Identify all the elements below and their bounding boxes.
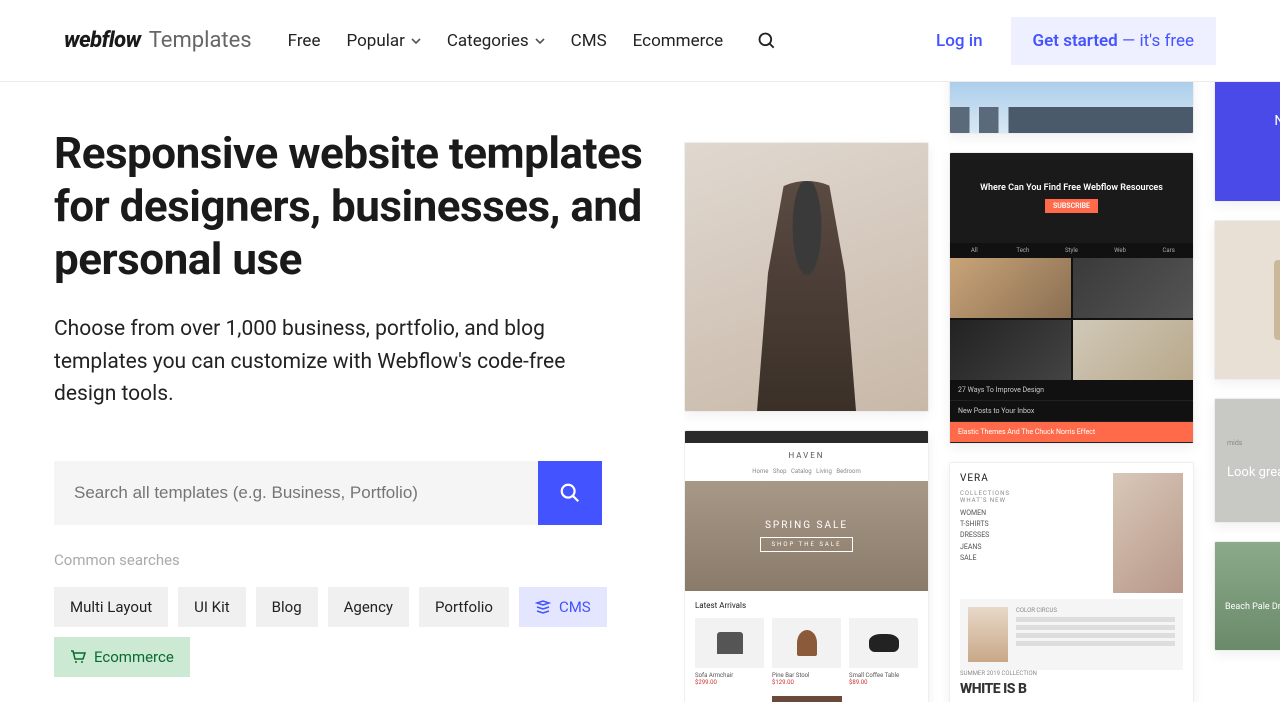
gallery-col-1: HAVEN Home Shop Catalog Living Bedroom S…	[684, 142, 929, 702]
nav-categories[interactable]: Categories	[447, 31, 545, 51]
list-item: New Posts to Your Inbox	[950, 401, 1193, 422]
search-row	[54, 461, 602, 525]
page-title: Responsive website templates for designe…	[54, 127, 654, 285]
tag-agency[interactable]: Agency	[328, 587, 409, 627]
header: webflow Templates Free Popular Categorie…	[0, 0, 1280, 82]
template-card[interactable]: Where Can You Find Free Webflow Resource…	[949, 152, 1194, 444]
search-icon[interactable]	[757, 31, 777, 51]
template-hero-text: Nebo is S	[1227, 113, 1280, 129]
tag-portfolio[interactable]: Portfolio	[419, 587, 509, 627]
template-card[interactable]: Nebo is S	[1214, 82, 1280, 202]
template-hero-text: Where Can You Find Free Webflow Resource…	[960, 183, 1183, 193]
template-hero-cta: SHOP THE SALE	[760, 537, 852, 552]
chevron-down-icon	[535, 36, 545, 46]
common-searches-label: Common searches	[54, 551, 654, 569]
template-gallery: HAVEN Home Shop Catalog Living Bedroom S…	[684, 82, 1280, 702]
search-icon	[559, 482, 581, 504]
cta-main: Get started	[1033, 31, 1118, 51]
tag-ui-kit[interactable]: UI Kit	[178, 587, 246, 627]
tag-multi-layout[interactable]: Multi Layout	[54, 587, 168, 627]
template-card[interactable]	[949, 82, 1194, 134]
template-card[interactable]	[1214, 220, 1280, 380]
nav-ecommerce[interactable]: Ecommerce	[633, 31, 723, 51]
nav-free[interactable]: Free	[288, 31, 321, 51]
template-title: HAVEN	[685, 443, 928, 468]
tag-blog[interactable]: Blog	[256, 587, 318, 627]
tag-cms[interactable]: CMS	[519, 587, 607, 627]
brand[interactable]: webflow Templates	[64, 28, 252, 53]
tag-ecommerce-label: Ecommerce	[94, 648, 174, 666]
template-card[interactable]: mids Look great with our d	[1214, 398, 1280, 523]
list-item: 27 Ways To Improve Design	[950, 380, 1193, 401]
main-nav: Free Popular Categories CMS Ecommerce	[288, 31, 777, 51]
stack-icon	[535, 600, 551, 614]
tag-list: Multi Layout UI Kit Blog Agency Portfoli…	[54, 587, 614, 677]
header-right: Log in Get started — it's free	[936, 17, 1216, 65]
search-button[interactable]	[538, 461, 602, 525]
nav-cms[interactable]: CMS	[571, 31, 607, 51]
main: Responsive website templates for designe…	[0, 82, 1280, 702]
brand-subtitle: Templates	[149, 28, 252, 53]
get-started-button[interactable]: Get started — it's free	[1011, 17, 1216, 65]
template-card[interactable]: Beach Pale Dress	[1214, 541, 1280, 651]
login-link[interactable]: Log in	[936, 31, 982, 51]
cart-icon	[70, 650, 86, 664]
tag-cms-label: CMS	[559, 598, 591, 616]
template-card[interactable]: VERA COLLECTIONS WHAT'S NEW WOMEN T-SHIR…	[949, 462, 1194, 702]
search-input[interactable]	[54, 461, 538, 525]
gallery-col-3: Nebo is S mids Look great with our d Bea…	[1214, 82, 1280, 651]
template-hero-text: SPRING SALE	[765, 520, 848, 531]
template-section-title: Latest Arrivals	[695, 601, 918, 610]
template-card[interactable]: HAVEN Home Shop Catalog Living Bedroom S…	[684, 430, 929, 702]
template-card[interactable]	[684, 142, 929, 412]
nav-categories-label: Categories	[447, 31, 529, 51]
chevron-down-icon	[411, 36, 421, 46]
hero-section: Responsive website templates for designe…	[54, 82, 654, 702]
logo: webflow	[64, 28, 141, 53]
page-lead: Choose from over 1,000 business, portfol…	[54, 313, 614, 411]
tag-ecommerce[interactable]: Ecommerce	[54, 637, 190, 677]
gallery-col-2: Where Can You Find Free Webflow Resource…	[949, 82, 1194, 702]
nav-popular-label: Popular	[346, 31, 404, 51]
list-item: Elastic Themes And The Chuck Norris Effe…	[950, 422, 1193, 443]
nav-popular[interactable]: Popular	[346, 31, 420, 51]
cta-sub: — it's free	[1118, 31, 1194, 51]
